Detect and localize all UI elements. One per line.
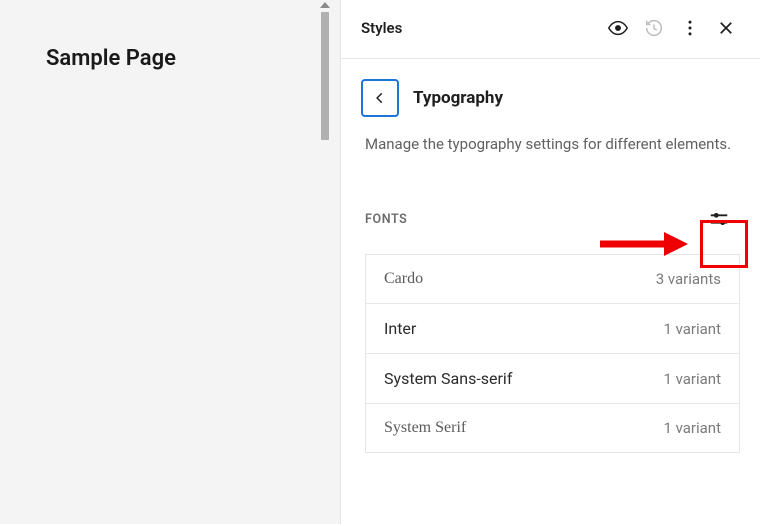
font-name: Inter bbox=[384, 319, 663, 338]
font-name: System Serif bbox=[384, 419, 663, 437]
font-row[interactable]: Cardo 3 variants bbox=[366, 255, 739, 304]
sidebar-header: Styles bbox=[341, 0, 760, 59]
manage-fonts-button[interactable] bbox=[698, 198, 740, 240]
font-row[interactable]: System Serif 1 variant bbox=[366, 404, 739, 452]
font-name: System Sans-serif bbox=[384, 369, 663, 388]
revisions-button[interactable] bbox=[636, 10, 672, 46]
chevron-left-icon bbox=[373, 91, 387, 105]
sidebar-header-title: Styles bbox=[361, 19, 600, 37]
kebab-icon bbox=[680, 18, 700, 38]
preview-scrollbar[interactable] bbox=[318, 2, 332, 526]
back-button[interactable] bbox=[361, 79, 399, 117]
close-button[interactable] bbox=[708, 10, 744, 46]
section-title: Typography bbox=[413, 88, 503, 108]
scroll-thumb[interactable] bbox=[321, 12, 329, 140]
close-icon bbox=[717, 19, 735, 37]
font-row[interactable]: System Sans-serif 1 variant bbox=[366, 354, 739, 404]
history-icon bbox=[643, 17, 665, 39]
font-row[interactable]: Inter 1 variant bbox=[366, 304, 739, 354]
fonts-label: FONTS bbox=[365, 212, 698, 227]
stylebook-toggle-button[interactable] bbox=[600, 10, 636, 46]
page-title: Sample Page bbox=[46, 46, 340, 71]
sliders-icon bbox=[708, 208, 730, 230]
font-variants: 3 variants bbox=[656, 270, 721, 288]
font-name: Cardo bbox=[384, 270, 656, 288]
section-description: Manage the typography settings for diffe… bbox=[341, 125, 760, 156]
eye-icon bbox=[607, 17, 629, 39]
font-variants: 1 variant bbox=[663, 419, 721, 437]
more-menu-button[interactable] bbox=[672, 10, 708, 46]
fonts-header: FONTS bbox=[341, 156, 760, 248]
styles-sidebar: Styles bbox=[340, 0, 760, 524]
font-variants: 1 variant bbox=[663, 320, 721, 338]
font-variants: 1 variant bbox=[663, 370, 721, 388]
scroll-up-arrow-icon[interactable] bbox=[320, 2, 330, 8]
font-list: Cardo 3 variants Inter 1 variant System … bbox=[365, 254, 740, 453]
section-nav: Typography bbox=[341, 59, 760, 125]
preview-pane: Sample Page bbox=[0, 0, 340, 524]
